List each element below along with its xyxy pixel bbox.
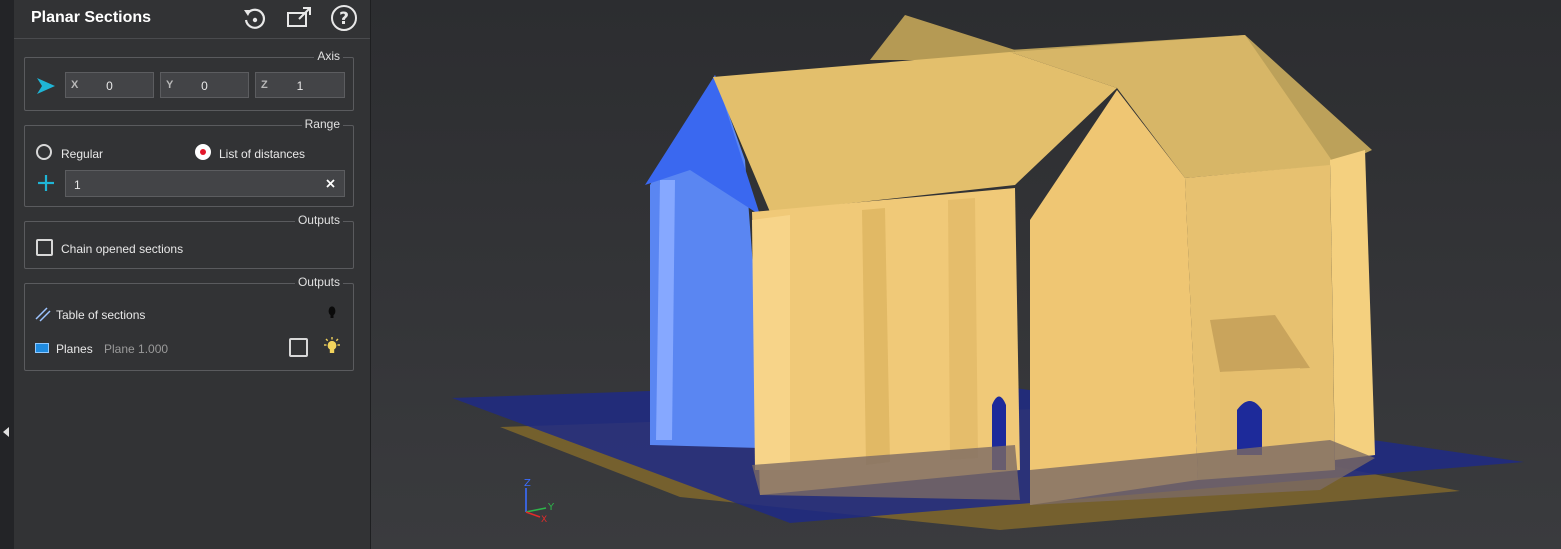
axis-triad-y-label: Y bbox=[547, 502, 555, 513]
axis-triad: Z Y X bbox=[524, 478, 555, 525]
planes-label[interactable]: Planes bbox=[56, 342, 93, 356]
outputs-group: Outputs Table of sections Planes Plane 1… bbox=[24, 275, 354, 371]
porch-doorway bbox=[1237, 401, 1262, 455]
axis-z-field[interactable]: Z 1 bbox=[255, 72, 345, 98]
remove-distance-icon[interactable] bbox=[326, 179, 335, 188]
collapse-arrow-icon[interactable] bbox=[3, 427, 9, 437]
axis-x-value: 0 bbox=[106, 79, 113, 93]
help-icon[interactable]: ? bbox=[330, 4, 358, 32]
table-of-sections-label[interactable]: Table of sections bbox=[56, 308, 145, 322]
buttress-1 bbox=[752, 215, 790, 470]
axis-triad-z-label: Z bbox=[524, 478, 531, 489]
svg-text:?: ? bbox=[339, 9, 349, 29]
axis-group-label: Axis bbox=[314, 49, 343, 63]
list-of-distances-radio[interactable] bbox=[195, 144, 211, 160]
buttress-3 bbox=[948, 198, 978, 460]
plane-object-icon bbox=[35, 343, 49, 353]
axis-z-value: 1 bbox=[296, 79, 304, 93]
reset-icon[interactable] bbox=[241, 4, 269, 32]
panel-title: Planar Sections bbox=[31, 9, 152, 26]
distance-entry-field[interactable]: 1 bbox=[65, 170, 345, 197]
chain-opened-sections-label[interactable]: Chain opened sections bbox=[61, 242, 183, 256]
planes-value: Plane 1.000 bbox=[104, 342, 169, 356]
range-group-label: Range bbox=[301, 117, 343, 131]
panel-toggle-strip[interactable] bbox=[0, 0, 14, 549]
outputs-options-label: Outputs bbox=[294, 213, 343, 227]
range-group: Range Regular List of distances 1 bbox=[24, 117, 354, 207]
export-icon[interactable] bbox=[285, 4, 313, 32]
panel-header: Planar Sections ? bbox=[14, 0, 370, 39]
3d-scene[interactable]: Z Y X bbox=[371, 0, 1561, 549]
visibility-bulb-on-icon[interactable] bbox=[323, 337, 341, 355]
axis-group: Axis X 0 Y 0 Z 1 bbox=[24, 49, 354, 111]
3d-viewport[interactable]: Z Y X bbox=[371, 0, 1561, 549]
axis-y-field[interactable]: Y 0 bbox=[160, 72, 249, 98]
planar-sections-panel: Planar Sections ? Axis X 0 Y 0 Z 1 Range… bbox=[14, 0, 371, 549]
axis-triad-x-label: X bbox=[541, 515, 547, 525]
sections-table-icon bbox=[35, 307, 51, 322]
list-of-distances-label[interactable]: List of distances bbox=[219, 147, 305, 161]
outputs-group-label: Outputs bbox=[294, 275, 343, 289]
facade-far-right bbox=[1330, 150, 1375, 460]
add-distance-icon[interactable] bbox=[37, 174, 55, 192]
axis-x-field[interactable]: X 0 bbox=[65, 72, 154, 98]
back-roof-ridge bbox=[870, 15, 1015, 60]
regular-radio[interactable] bbox=[36, 144, 52, 160]
planes-checkbox[interactable] bbox=[289, 338, 308, 357]
regular-label[interactable]: Regular bbox=[61, 147, 103, 161]
direction-arrow-icon[interactable] bbox=[37, 78, 55, 94]
visibility-bulb-off-icon[interactable] bbox=[328, 306, 336, 320]
chain-opened-sections-checkbox[interactable] bbox=[36, 239, 53, 256]
outputs-options-group: Outputs Chain opened sections bbox=[24, 213, 354, 269]
axis-y-value: 0 bbox=[201, 79, 208, 93]
distance-entry-value: 1 bbox=[74, 178, 81, 192]
